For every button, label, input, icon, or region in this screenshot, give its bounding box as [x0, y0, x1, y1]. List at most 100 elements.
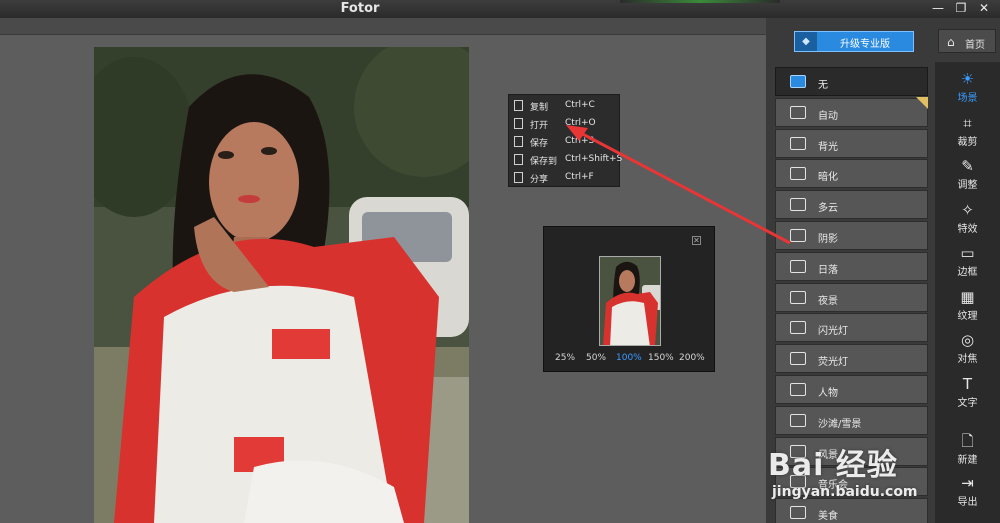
menu-item-shortcut: Ctrl+F: [565, 172, 594, 182]
tool-0[interactable]: ☀ 场景: [935, 66, 1000, 110]
zoom-25[interactable]: 25%: [555, 353, 575, 363]
tool-icon: ✧: [961, 201, 974, 219]
scene-item-label: 阴影: [818, 234, 838, 245]
tool-label: 特效: [957, 224, 978, 235]
context-menu: 复制 Ctrl+C 打开 Ctrl+O 保存 Ctrl+S 保存到 Ctrl+S…: [508, 94, 623, 187]
tool-label: 文字: [957, 398, 978, 409]
save-to-icon: [514, 154, 523, 165]
close-button[interactable]: ✕: [974, 1, 994, 16]
tool-icon: ◎: [960, 331, 975, 349]
tool-icon: ▭: [960, 244, 975, 262]
menu-item-copy[interactable]: 复制 Ctrl+C: [509, 97, 621, 115]
scene-item[interactable]: 日落: [775, 252, 928, 281]
scene-item[interactable]: 夜景: [775, 283, 928, 312]
scene-item[interactable]: 背光: [775, 129, 928, 158]
menu-item-label: 保存到: [530, 157, 558, 167]
zoom-200[interactable]: 200%: [679, 353, 705, 363]
tool-label: 裁剪: [957, 137, 978, 148]
menu-item-shortcut: Ctrl+S: [565, 136, 595, 146]
tool-icon: ☀: [960, 70, 975, 88]
thumbnail-drawing: [600, 257, 660, 345]
scene-item-label: 暗化: [818, 172, 838, 183]
baidu-watermark: Bai 经验 jingyan.baidu.com: [768, 440, 918, 500]
scene-item-label: 多云: [818, 203, 838, 214]
food-icon: [790, 506, 806, 519]
menu-item-shortcut: Ctrl+Shift+S: [565, 154, 623, 164]
tool-5[interactable]: ▦ 纹理: [935, 284, 1000, 328]
app-title: Fotor: [340, 1, 380, 16]
tool-label: 边框: [957, 267, 978, 278]
flash-icon: [790, 321, 806, 334]
tool-label: 调整: [957, 180, 978, 191]
tool-label: 场景: [957, 93, 978, 104]
menu-item-open[interactable]: 打开 Ctrl+O: [509, 115, 621, 133]
tool-label: 对焦: [957, 354, 978, 365]
tool-4[interactable]: ▭ 边框: [935, 240, 1000, 284]
tool-label: 新建: [957, 455, 978, 466]
tool-label: 纹理: [957, 311, 978, 322]
save-icon: [514, 136, 523, 147]
watermark-brand: Bai 经验: [768, 448, 898, 483]
tool-9[interactable]: ⇥ 导出: [935, 470, 1000, 514]
tool-icon: ▦: [960, 288, 975, 306]
tool-8[interactable]: 🗋 新建: [935, 428, 1000, 472]
scene-item[interactable]: 荧光灯: [775, 344, 928, 373]
menu-item-save[interactable]: 保存 Ctrl+S: [509, 133, 621, 151]
menu-item-label: 复制: [530, 103, 549, 113]
navigator-thumbnail[interactable]: [599, 256, 661, 346]
zoom-150[interactable]: 150%: [648, 353, 674, 363]
auto-icon: [790, 106, 806, 119]
upgrade-pro-button[interactable]: ◆ 升级专业版: [794, 31, 914, 52]
scene-item[interactable]: 自动: [775, 98, 928, 127]
backlight-icon: [790, 137, 806, 150]
minimize-button[interactable]: —: [928, 1, 948, 16]
scene-item[interactable]: 人物: [775, 375, 928, 404]
scene-item-label: 沙滩/雪景: [818, 419, 862, 430]
scene-item-label: 背光: [818, 142, 838, 153]
scene-item-label: 闪光灯: [818, 326, 848, 337]
scene-item[interactable]: 多云: [775, 190, 928, 219]
home-button[interactable]: ⌂ 首页: [938, 29, 996, 53]
share-icon: [514, 172, 523, 183]
fluorescent-icon: [790, 352, 806, 365]
scene-item[interactable]: 沙滩/雪景: [775, 406, 928, 435]
diamond-icon: ◆: [795, 32, 817, 51]
none-icon: [790, 75, 806, 88]
scene-item[interactable]: 暗化: [775, 159, 928, 188]
shade-icon: [790, 229, 806, 242]
scene-item-label: 日落: [818, 265, 838, 276]
tool-1[interactable]: ⌗ 裁剪: [935, 110, 1000, 154]
tool-3[interactable]: ✧ 特效: [935, 197, 1000, 241]
scene-item-label: 无: [818, 80, 828, 91]
watermark-url: jingyan.baidu.com: [772, 484, 918, 500]
scene-item[interactable]: 无: [775, 67, 928, 96]
menu-item-label: 打开: [530, 121, 549, 131]
upgrade-label: 升级专业版: [840, 39, 890, 50]
tool-6[interactable]: ◎ 对焦: [935, 327, 1000, 371]
menu-item-save-to[interactable]: 保存到 Ctrl+Shift+S: [509, 151, 623, 169]
copy-icon: [514, 100, 523, 111]
tool-2[interactable]: ✎ 调整: [935, 153, 1000, 197]
scene-item-label: 夜景: [818, 296, 838, 307]
menu-item-share[interactable]: 分享 Ctrl+F: [509, 169, 621, 187]
scene-item-label: 美食: [818, 511, 838, 522]
tool-icon: ⌗: [963, 114, 972, 132]
tool-icon: T: [962, 375, 973, 393]
zoom-100[interactable]: 100%: [616, 353, 642, 363]
home-label: 首页: [965, 40, 985, 51]
navigator-close-icon[interactable]: ✕: [692, 236, 701, 245]
scene-item[interactable]: 闪光灯: [775, 313, 928, 342]
scene-item[interactable]: 美食: [775, 498, 928, 523]
open-file-icon: [514, 118, 523, 129]
tool-label: 导出: [957, 497, 978, 508]
title-bar: Fotor — ❐ ✕: [0, 0, 1000, 18]
scene-item[interactable]: 阴影: [775, 221, 928, 250]
tool-7[interactable]: T 文字: [935, 371, 1000, 415]
fotor-app: Fotor — ❐ ✕ 复制 Ctrl+C 打开 Ctrl+O 保存 Ctrl+…: [0, 0, 1000, 523]
scene-item-label: 荧光灯: [818, 357, 848, 368]
navigator-panel: ✕ 25% 50% 100% 150% 200%: [543, 226, 715, 372]
tool-icon: ✎: [961, 157, 974, 175]
zoom-50[interactable]: 50%: [586, 353, 606, 363]
home-icon: ⌂: [947, 35, 955, 49]
restore-button[interactable]: ❐: [951, 1, 971, 16]
